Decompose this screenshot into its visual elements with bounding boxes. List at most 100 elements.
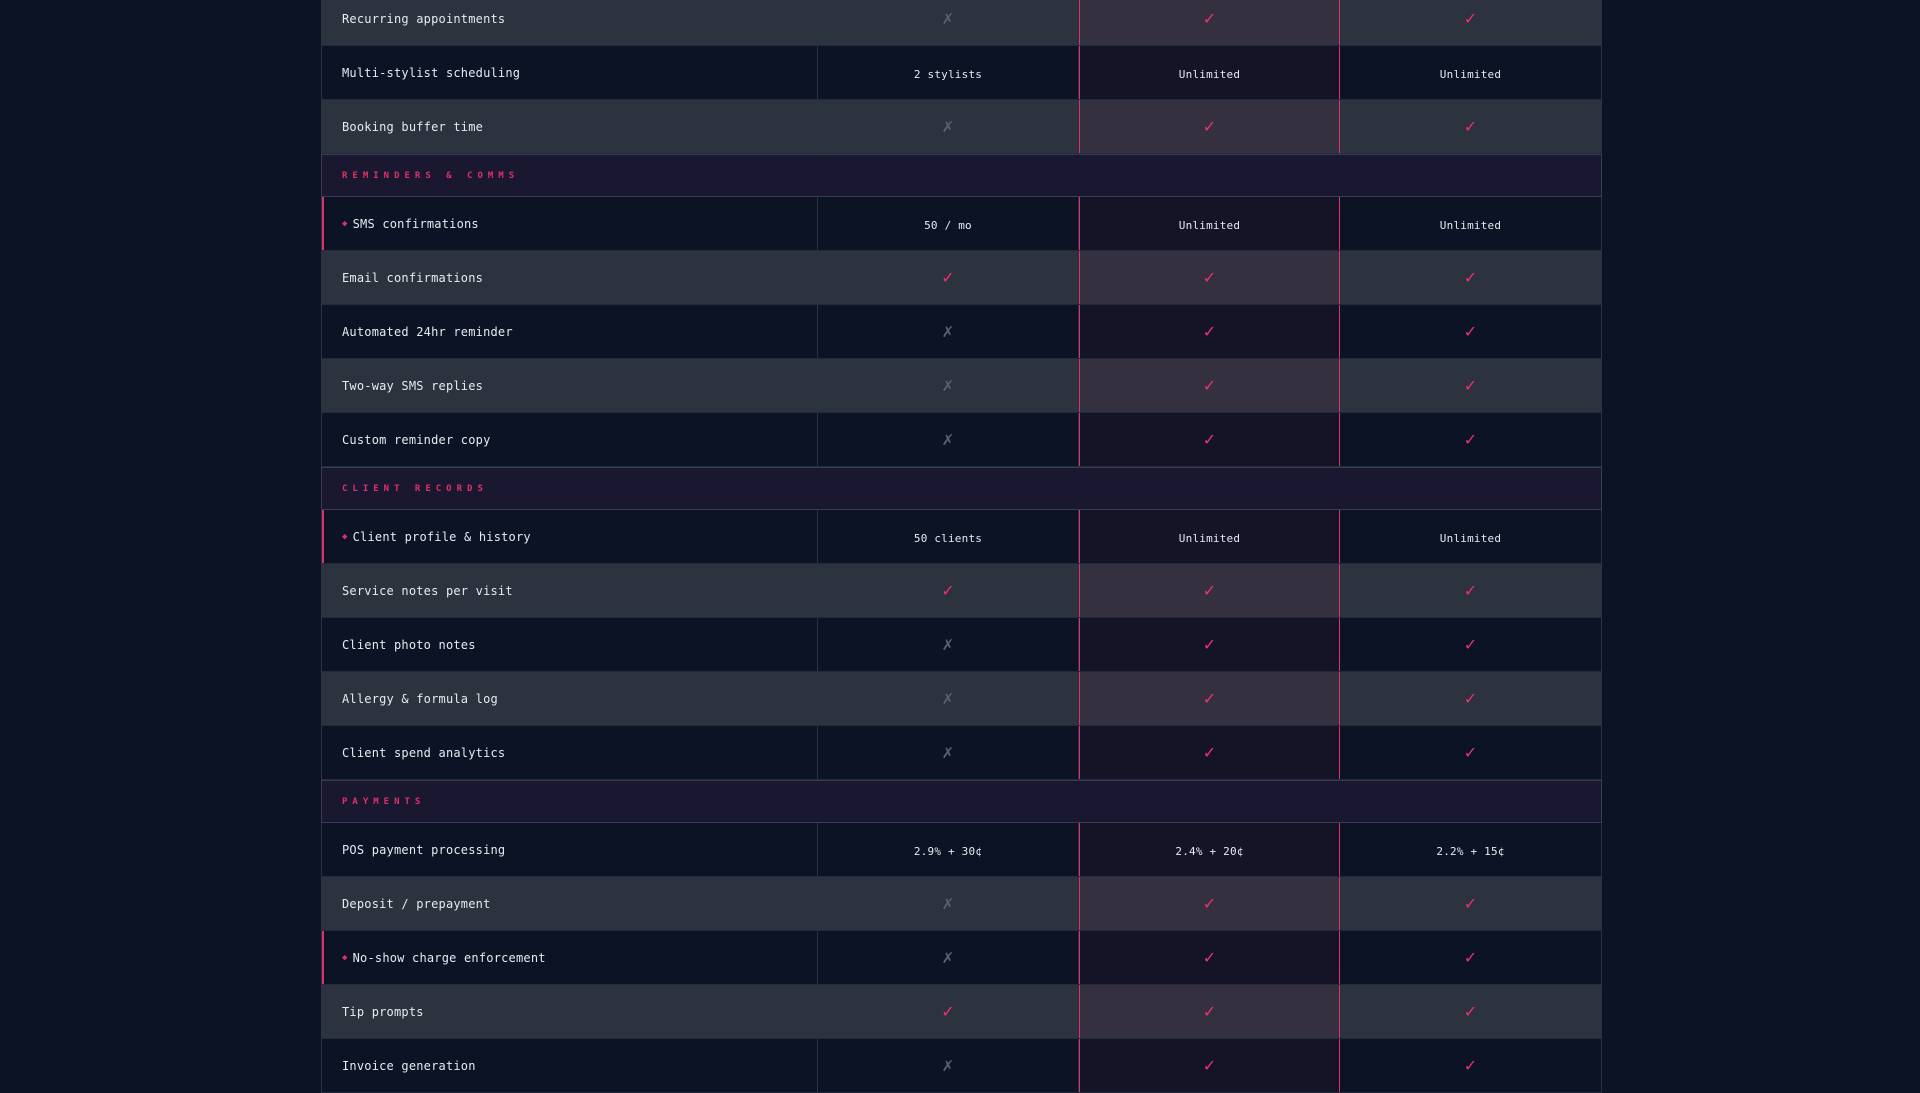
plan-value-cell: ✗ [818,100,1079,153]
check-icon: ✓ [941,581,955,600]
plan-value-cell: 2.9% + 30¢ [818,823,1079,876]
plan-value: 2.2% + 15¢ [1436,845,1505,858]
check-icon: ✓ [1463,581,1478,600]
check-icon: ✓ [1202,322,1217,341]
feature-label: Invoice generation [342,1058,476,1073]
plan-value-cell: ✓ [1340,618,1601,671]
feature-name-cell: POS payment processing [322,823,818,876]
feature-label: No-show charge enforcement [352,950,546,965]
feature-label: Allergy & formula log [342,691,498,706]
plan-value-cell: ✓ [1079,305,1340,358]
check-icon: ✓ [1463,689,1478,708]
feature-name-cell: Multi-stylist scheduling [322,46,818,99]
plan-value-cell: ✓ [1340,877,1601,930]
plan-value-cell: ✓ [1079,359,1340,412]
plan-value-cell: ✓ [1340,413,1601,466]
dot-icon: ◆ [342,218,348,229]
cross-icon: ✗ [941,376,955,395]
plan-value-cell: ✓ [1340,985,1601,1038]
table-row: Client photo notes ✗ ✓ ✓ [322,618,1601,672]
plan-value: Unlimited [1178,68,1241,81]
feature-label: Tip prompts [342,1004,424,1019]
plan-value-cell: ✓ [1079,564,1340,617]
plan-value-cell: ✓ [1340,672,1601,725]
dot-icon: ◆ [342,531,348,542]
cross-icon: ✗ [941,1056,955,1075]
plan-value-cell: ✗ [818,726,1079,779]
cross-icon: ✗ [941,743,955,762]
cross-icon: ✗ [941,9,955,28]
plan-value: Unlimited [1439,532,1502,545]
check-icon: ✓ [1202,743,1217,762]
check-icon: ✓ [1463,894,1478,913]
cross-icon: ✗ [941,894,955,913]
plan-value-cell: ✓ [1079,618,1340,671]
table-row: ◆ Client profile & history 50 clients Unlim… [322,510,1601,564]
plan-value-cell: ✗ [818,1039,1079,1092]
plan-value: Unlimited [1178,219,1241,232]
feature-label: Deposit / prepayment [342,896,491,911]
feature-label: POS payment processing [342,842,506,857]
plan-value: Unlimited [1439,68,1502,81]
check-icon: ✓ [1202,268,1217,287]
feature-name-cell: Two-way SMS replies [322,359,818,412]
plan-value-cell: ✓ [1340,726,1601,779]
table-row: Recurring appointments ✗ ✓ ✓ [322,0,1601,46]
check-icon: ✓ [1202,376,1217,395]
plan-value-cell: 2 stylists [818,46,1079,99]
plan-value-cell: ✗ [818,672,1079,725]
table-row: POS payment processing 2.9% + 30¢ 2.4% + 2… [322,823,1601,877]
plan-value-cell: ✗ [818,931,1079,984]
plan-value-cell: Unlimited [1340,46,1601,99]
feature-label: Client profile & history [352,529,531,544]
feature-name-cell: Client spend analytics [322,726,818,779]
feature-label: Booking buffer time [342,119,484,134]
feature-name-cell: ◆ SMS confirmations [322,197,818,250]
table-row: Automated 24hr reminder ✗ ✓ ✓ [322,305,1601,359]
plan-value-cell: Unlimited [1079,46,1340,99]
plan-value: 50 clients [913,532,983,545]
table-row: Service notes per visit ✓ ✓ ✓ [322,564,1601,618]
check-icon: ✓ [1202,117,1217,136]
plan-value-cell: ✓ [1079,672,1340,725]
plan-value-cell: ✓ [1340,251,1601,304]
check-icon: ✓ [1463,1056,1478,1075]
cross-icon: ✗ [941,635,955,654]
feature-name-cell: Recurring appointments [322,0,818,45]
cross-icon: ✗ [941,322,955,341]
table-row: ◆ No-show charge enforcement ✗ ✓ ✓ [322,931,1601,985]
check-icon: ✓ [1463,743,1478,762]
feature-name-cell: Invoice generation [322,1039,818,1092]
plan-value-cell: ✗ [818,877,1079,930]
check-icon: ✓ [941,268,955,287]
table-row: Two-way SMS replies ✗ ✓ ✓ [322,359,1601,413]
plan-value-cell: ✓ [1340,1039,1601,1092]
section-title: PAYMENTS [342,796,426,807]
check-icon: ✓ [1202,635,1217,654]
table-row: Client spend analytics ✗ ✓ ✓ [322,726,1601,780]
feature-name-cell: ◆ Client profile & history [322,510,818,563]
table-row: ◆ SMS confirmations 50 / mo Unlimited Unlimi… [322,197,1601,251]
feature-name-cell: Deposit / prepayment [322,877,818,930]
plan-value-cell: ✓ [1340,0,1601,45]
check-icon: ✓ [1202,1002,1217,1021]
feature-name-cell: Service notes per visit [322,564,818,617]
plan-value: Unlimited [1178,532,1241,545]
plan-value-cell: ✓ [1079,726,1340,779]
check-icon: ✓ [1463,9,1478,28]
section-title: CLIENT RECORDS [342,483,488,494]
check-icon: ✓ [1463,635,1478,654]
plan-value-cell: ✓ [1079,100,1340,153]
feature-label: SMS confirmations [352,216,479,231]
plan-value: 2.9% + 30¢ [913,845,983,858]
plan-value-cell: ✓ [1079,251,1340,304]
feature-label: Two-way SMS replies [342,378,484,393]
plan-value: Unlimited [1439,219,1502,232]
plan-value: 2.4% + 20¢ [1175,845,1244,858]
feature-name-cell: Booking buffer time [322,100,818,153]
check-icon: ✓ [1463,376,1478,395]
check-icon: ✓ [1202,894,1217,913]
plan-value-cell: 2.4% + 20¢ [1079,823,1340,876]
check-icon: ✓ [1463,430,1478,449]
feature-name-cell: Client photo notes [322,618,818,671]
